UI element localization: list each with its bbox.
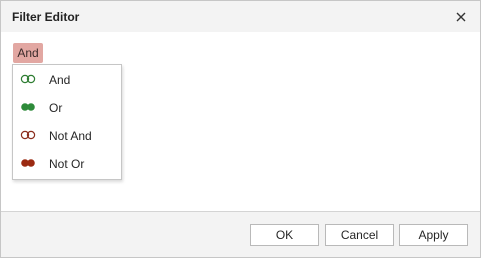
- close-button[interactable]: [451, 7, 471, 27]
- filter-editor-dialog: Filter Editor And And Or Not And Not Or …: [0, 0, 481, 258]
- menu-item-label: Not Or: [49, 157, 85, 171]
- menu-item-or[interactable]: Or: [14, 94, 120, 120]
- apply-button[interactable]: Apply: [399, 224, 468, 246]
- dialog-footer: OK Cancel Apply: [1, 212, 480, 257]
- dialog-title: Filter Editor: [12, 10, 80, 24]
- or-dots-icon: [21, 103, 35, 111]
- group-operator-chip[interactable]: And: [13, 43, 43, 63]
- ok-button[interactable]: OK: [250, 224, 319, 246]
- and-rings-icon: [20, 74, 36, 84]
- operator-dropdown-menu: And Or Not And Not Or: [12, 64, 122, 180]
- menu-item-label: Or: [49, 101, 63, 115]
- not-or-dots-icon: [21, 159, 35, 167]
- title-bar: Filter Editor: [1, 1, 480, 32]
- cancel-button[interactable]: Cancel: [325, 224, 394, 246]
- not-and-rings-icon: [20, 130, 36, 140]
- menu-item-label: And: [49, 73, 71, 87]
- close-icon: [456, 12, 466, 22]
- menu-item-not-and[interactable]: Not And: [14, 122, 120, 148]
- menu-item-and[interactable]: And: [14, 66, 120, 92]
- menu-item-label: Not And: [49, 129, 92, 143]
- menu-item-not-or[interactable]: Not Or: [14, 150, 120, 176]
